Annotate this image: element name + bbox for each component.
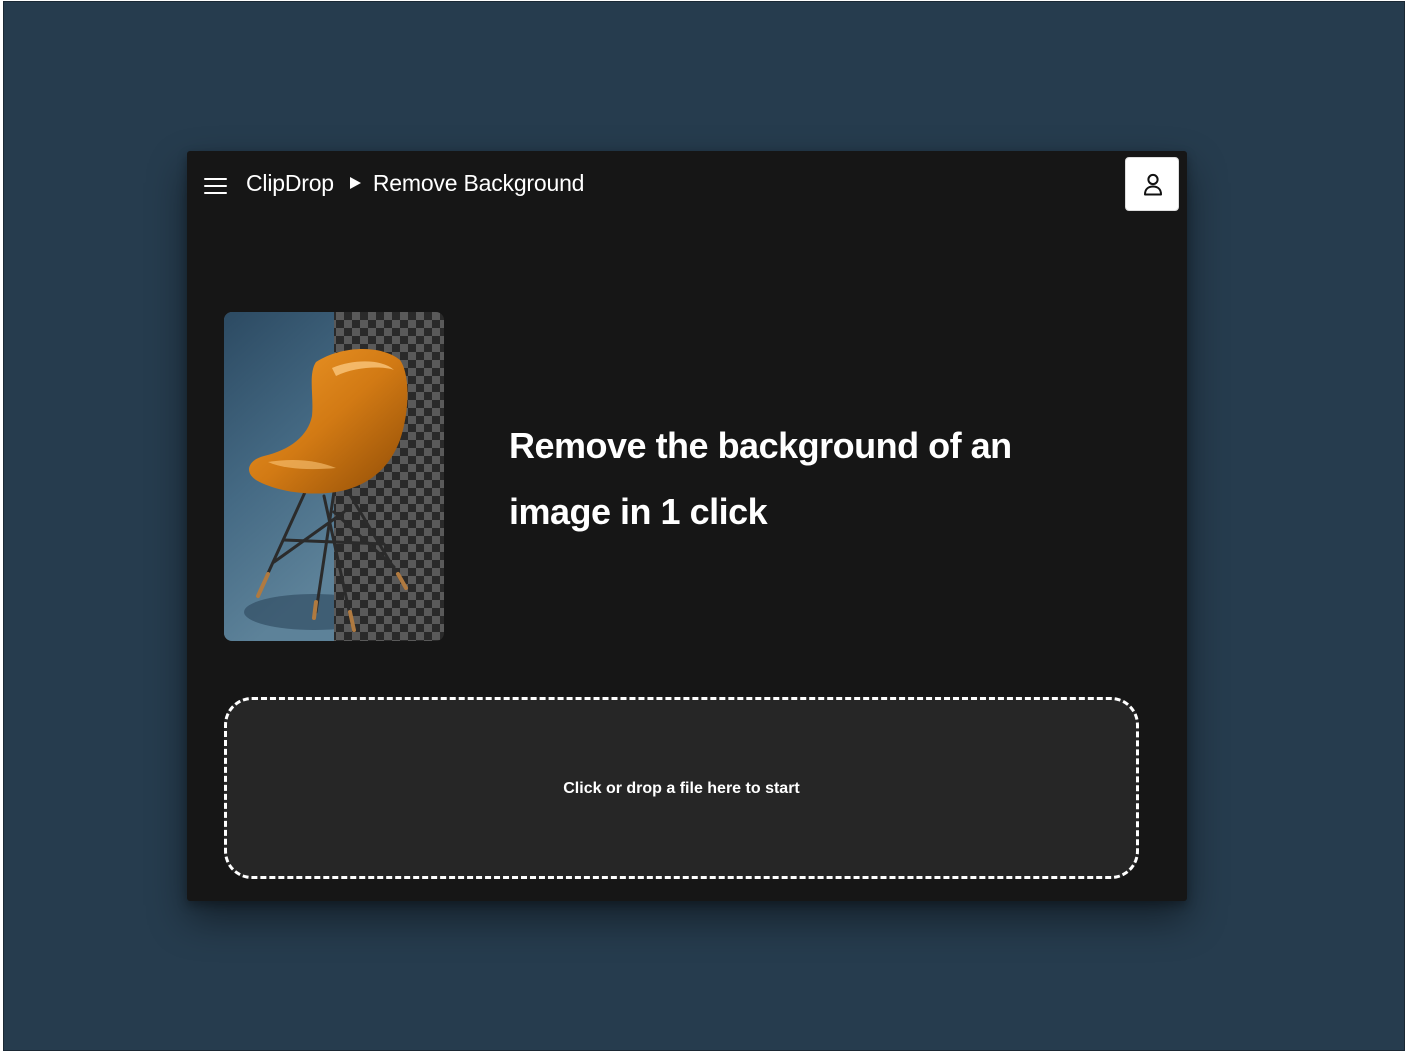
breadcrumb-brand-link[interactable]: ClipDrop bbox=[246, 170, 334, 197]
user-account-button[interactable] bbox=[1125, 157, 1179, 211]
page-title: Remove Background bbox=[372, 169, 585, 196]
triangle-right-icon bbox=[349, 177, 361, 189]
dropzone-label: Click or drop a file here to start bbox=[563, 780, 800, 797]
app-window: ClipDrop Remove Background Remove the ba… bbox=[187, 151, 1187, 901]
user-icon bbox=[1144, 173, 1162, 196]
hamburger-menu-icon[interactable] bbox=[203, 175, 229, 195]
desktop-background: ClipDrop Remove Background Remove the ba… bbox=[3, 1, 1405, 1051]
hero-title: Remove the background of an image in 1 c… bbox=[509, 425, 1012, 532]
breadcrumb: ClipDrop Remove Background bbox=[246, 168, 584, 198]
file-dropzone[interactable]: Click or drop a file here to start bbox=[224, 697, 1139, 879]
header: ClipDrop Remove Background bbox=[187, 151, 1187, 215]
hero-chair-image bbox=[224, 312, 444, 641]
